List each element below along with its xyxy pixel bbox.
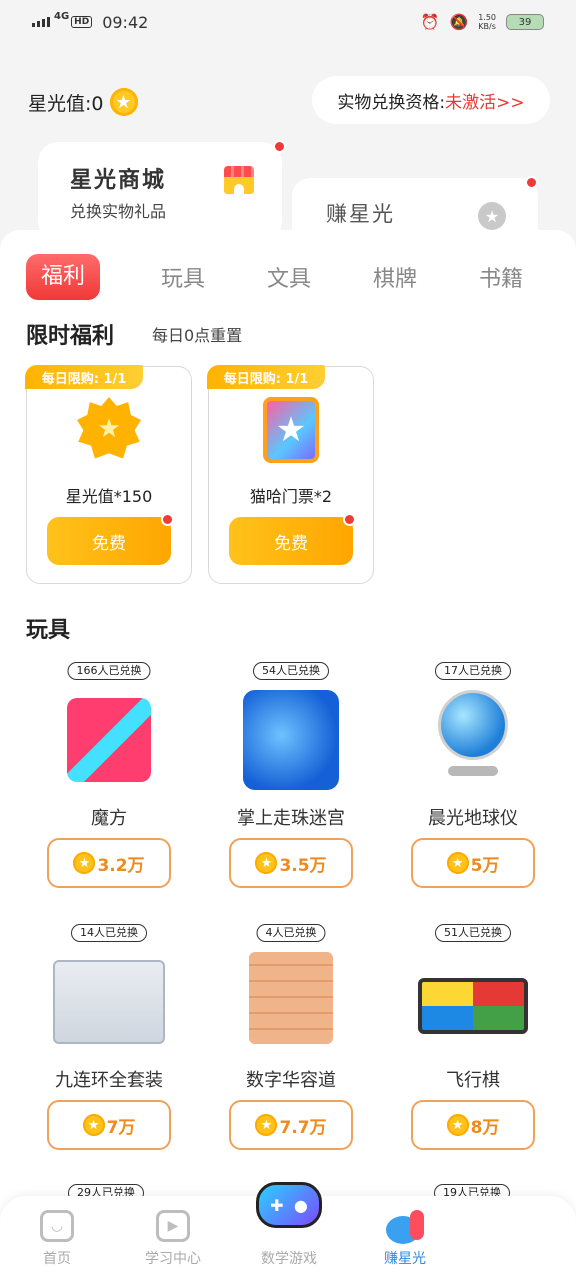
home-icon: ◡: [40, 1210, 74, 1242]
exchange-count: 17人已兑换: [435, 662, 511, 680]
toy-name: 九连环全套装: [55, 1070, 163, 1091]
price-button[interactable]: ★ 3.5万: [229, 838, 353, 888]
toy-name: 魔方: [91, 808, 127, 829]
nav-home-label: 首页: [43, 1251, 71, 1267]
nav-home[interactable]: ◡ 首页: [2, 1210, 112, 1268]
nav-earn-stars[interactable]: 赚星光: [350, 1248, 460, 1268]
earn-stars-title: 赚星光: [326, 202, 395, 226]
signal-icon: [32, 17, 50, 27]
qualification-value: 未激活>>: [445, 92, 525, 113]
status-bar: 4G HD 09:42 ⏰ 🔕 1.50 KB/s 39: [0, 0, 576, 44]
nav-math-label: 数学游戏: [261, 1251, 317, 1267]
star-coin-icon: ★: [255, 852, 278, 874]
free-button[interactable]: 免费: [229, 517, 353, 565]
price-button[interactable]: ★ 7万: [47, 1100, 171, 1150]
slide-puzzle-image: [249, 952, 333, 1044]
limited-title: 限时福利: [26, 324, 115, 349]
tab-books[interactable]: 书籍: [448, 261, 554, 293]
star-coin-icon: ★: [73, 852, 96, 874]
price-button[interactable]: ★ 8万: [411, 1100, 535, 1150]
nav-earn-label: 赚星光: [384, 1251, 426, 1267]
ludo-board-image: [418, 978, 528, 1034]
hd-badge: HD: [71, 16, 93, 28]
game-controller-icon[interactable]: ✚ ●: [256, 1182, 322, 1228]
shop-icon: [224, 166, 254, 194]
qualification-label: 实物兑换资格:: [337, 92, 446, 113]
category-tabs: 福利 玩具 文具 棋牌 书籍 教: [26, 254, 576, 300]
toys-title: 玩具: [26, 618, 71, 643]
toy-item[interactable]: 4人已兑换 数字华容道 ★ 7.7万: [206, 924, 376, 1164]
toy-item[interactable]: 14人已兑换 九连环全套装 ★ 7万: [24, 924, 194, 1164]
daily-limit-tag: 每日限购: 1/1: [207, 365, 325, 389]
star-gray-icon: ★: [478, 202, 506, 230]
star-coin-icon: ★: [446, 852, 469, 874]
nav-math-games[interactable]: 数学游戏: [234, 1248, 344, 1268]
price-button[interactable]: ★ 5万: [411, 838, 535, 888]
exchange-count: 51人已兑换: [435, 924, 511, 942]
star-badge-icon: [77, 397, 141, 461]
toy-name: 晨光地球仪: [428, 808, 518, 829]
ticket-icon: ★: [259, 397, 323, 463]
exchange-count: 4人已兑换: [256, 924, 326, 942]
limited-subtitle: 每日0点重置: [152, 326, 243, 345]
star-coin-icon: ★: [82, 1114, 105, 1136]
nine-rings-image: [53, 960, 165, 1044]
tab-toys[interactable]: 玩具: [130, 261, 236, 293]
star-balance: 星光值:0 ★: [28, 88, 138, 116]
qualification-button[interactable]: 实物兑换资格: 未激活>>: [312, 76, 550, 124]
limited-item[interactable]: 每日限购: 1/1 星光值*150 免费: [25, 365, 192, 584]
notification-dot: [525, 176, 538, 189]
star-mall-card[interactable]: 星光商城 兑换实物礼品: [38, 140, 286, 242]
exchange-count: 14人已兑换: [71, 924, 147, 942]
globe-image: [435, 690, 511, 786]
nav-study-center[interactable]: ▶ 学习中心: [118, 1210, 228, 1268]
header: 星光值:0 ★ 实物兑换资格: 未激活>>: [0, 76, 576, 126]
star-coin-icon: ★: [255, 1114, 278, 1136]
mute-icon: 🔕: [449, 13, 469, 31]
tab-stationery[interactable]: 文具: [236, 261, 342, 293]
toy-name: 飞行棋: [446, 1070, 500, 1091]
clock: 09:42: [102, 12, 149, 32]
daily-limit-tag: 每日限购: 1/1: [25, 365, 143, 389]
tab-education[interactable]: 教: [554, 261, 576, 293]
net-speed: 1.50 KB/s: [478, 13, 496, 31]
price-button[interactable]: ★ 7.7万: [229, 1100, 353, 1150]
free-button[interactable]: 免费: [47, 517, 171, 565]
tab-welfare[interactable]: 福利: [26, 254, 100, 300]
notification-dot: [343, 513, 356, 526]
earn-stars-nav-icon: [386, 1210, 426, 1244]
rubiks-cube-image: [67, 698, 151, 782]
play-icon: ▶: [156, 1210, 190, 1242]
toy-item[interactable]: 54人已兑换 掌上走珠迷宫 ★ 3.5万: [206, 662, 376, 902]
toy-item[interactable]: 17人已兑换 晨光地球仪 ★ 5万: [388, 662, 558, 902]
tab-board-games[interactable]: 棋牌: [342, 261, 448, 293]
nav-study-label: 学习中心: [145, 1251, 201, 1267]
exchange-count: 166人已兑换: [67, 662, 151, 680]
maze-cube-image: [243, 690, 339, 790]
network-type: 4G: [54, 10, 70, 22]
toy-name: 掌上走珠迷宫: [237, 808, 345, 829]
limited-item[interactable]: 每日限购: 1/1 ★ 猫哈门票*2 免费: [207, 365, 374, 584]
toy-item[interactable]: 51人已兑换 飞行棋 ★ 8万: [388, 924, 558, 1164]
star-mall-subtitle: 兑换实物礼品: [70, 202, 167, 221]
notification-dot: [161, 513, 174, 526]
notification-dot: [273, 140, 286, 153]
limited-item-name: 星光值*150: [65, 487, 153, 506]
toy-name: 数字华容道: [246, 1070, 336, 1091]
content-sheet: 福利 玩具 文具 棋牌 书籍 教 限时福利 每日0点重置 每日限购: 1/1 星…: [0, 230, 576, 1280]
alarm-icon: ⏰: [420, 13, 440, 31]
exchange-count: 54人已兑换: [253, 662, 329, 680]
toy-item[interactable]: 166人已兑换 魔方 ★ 3.2万: [24, 662, 194, 902]
star-balance-label: 星光值:0: [28, 92, 104, 115]
price-button[interactable]: ★ 3.2万: [47, 838, 171, 888]
star-coin-icon: ★: [446, 1114, 469, 1136]
battery-icon: 39: [506, 14, 544, 30]
limited-item-name: 猫哈门票*2: [249, 487, 333, 506]
star-icon: ★: [109, 88, 138, 116]
